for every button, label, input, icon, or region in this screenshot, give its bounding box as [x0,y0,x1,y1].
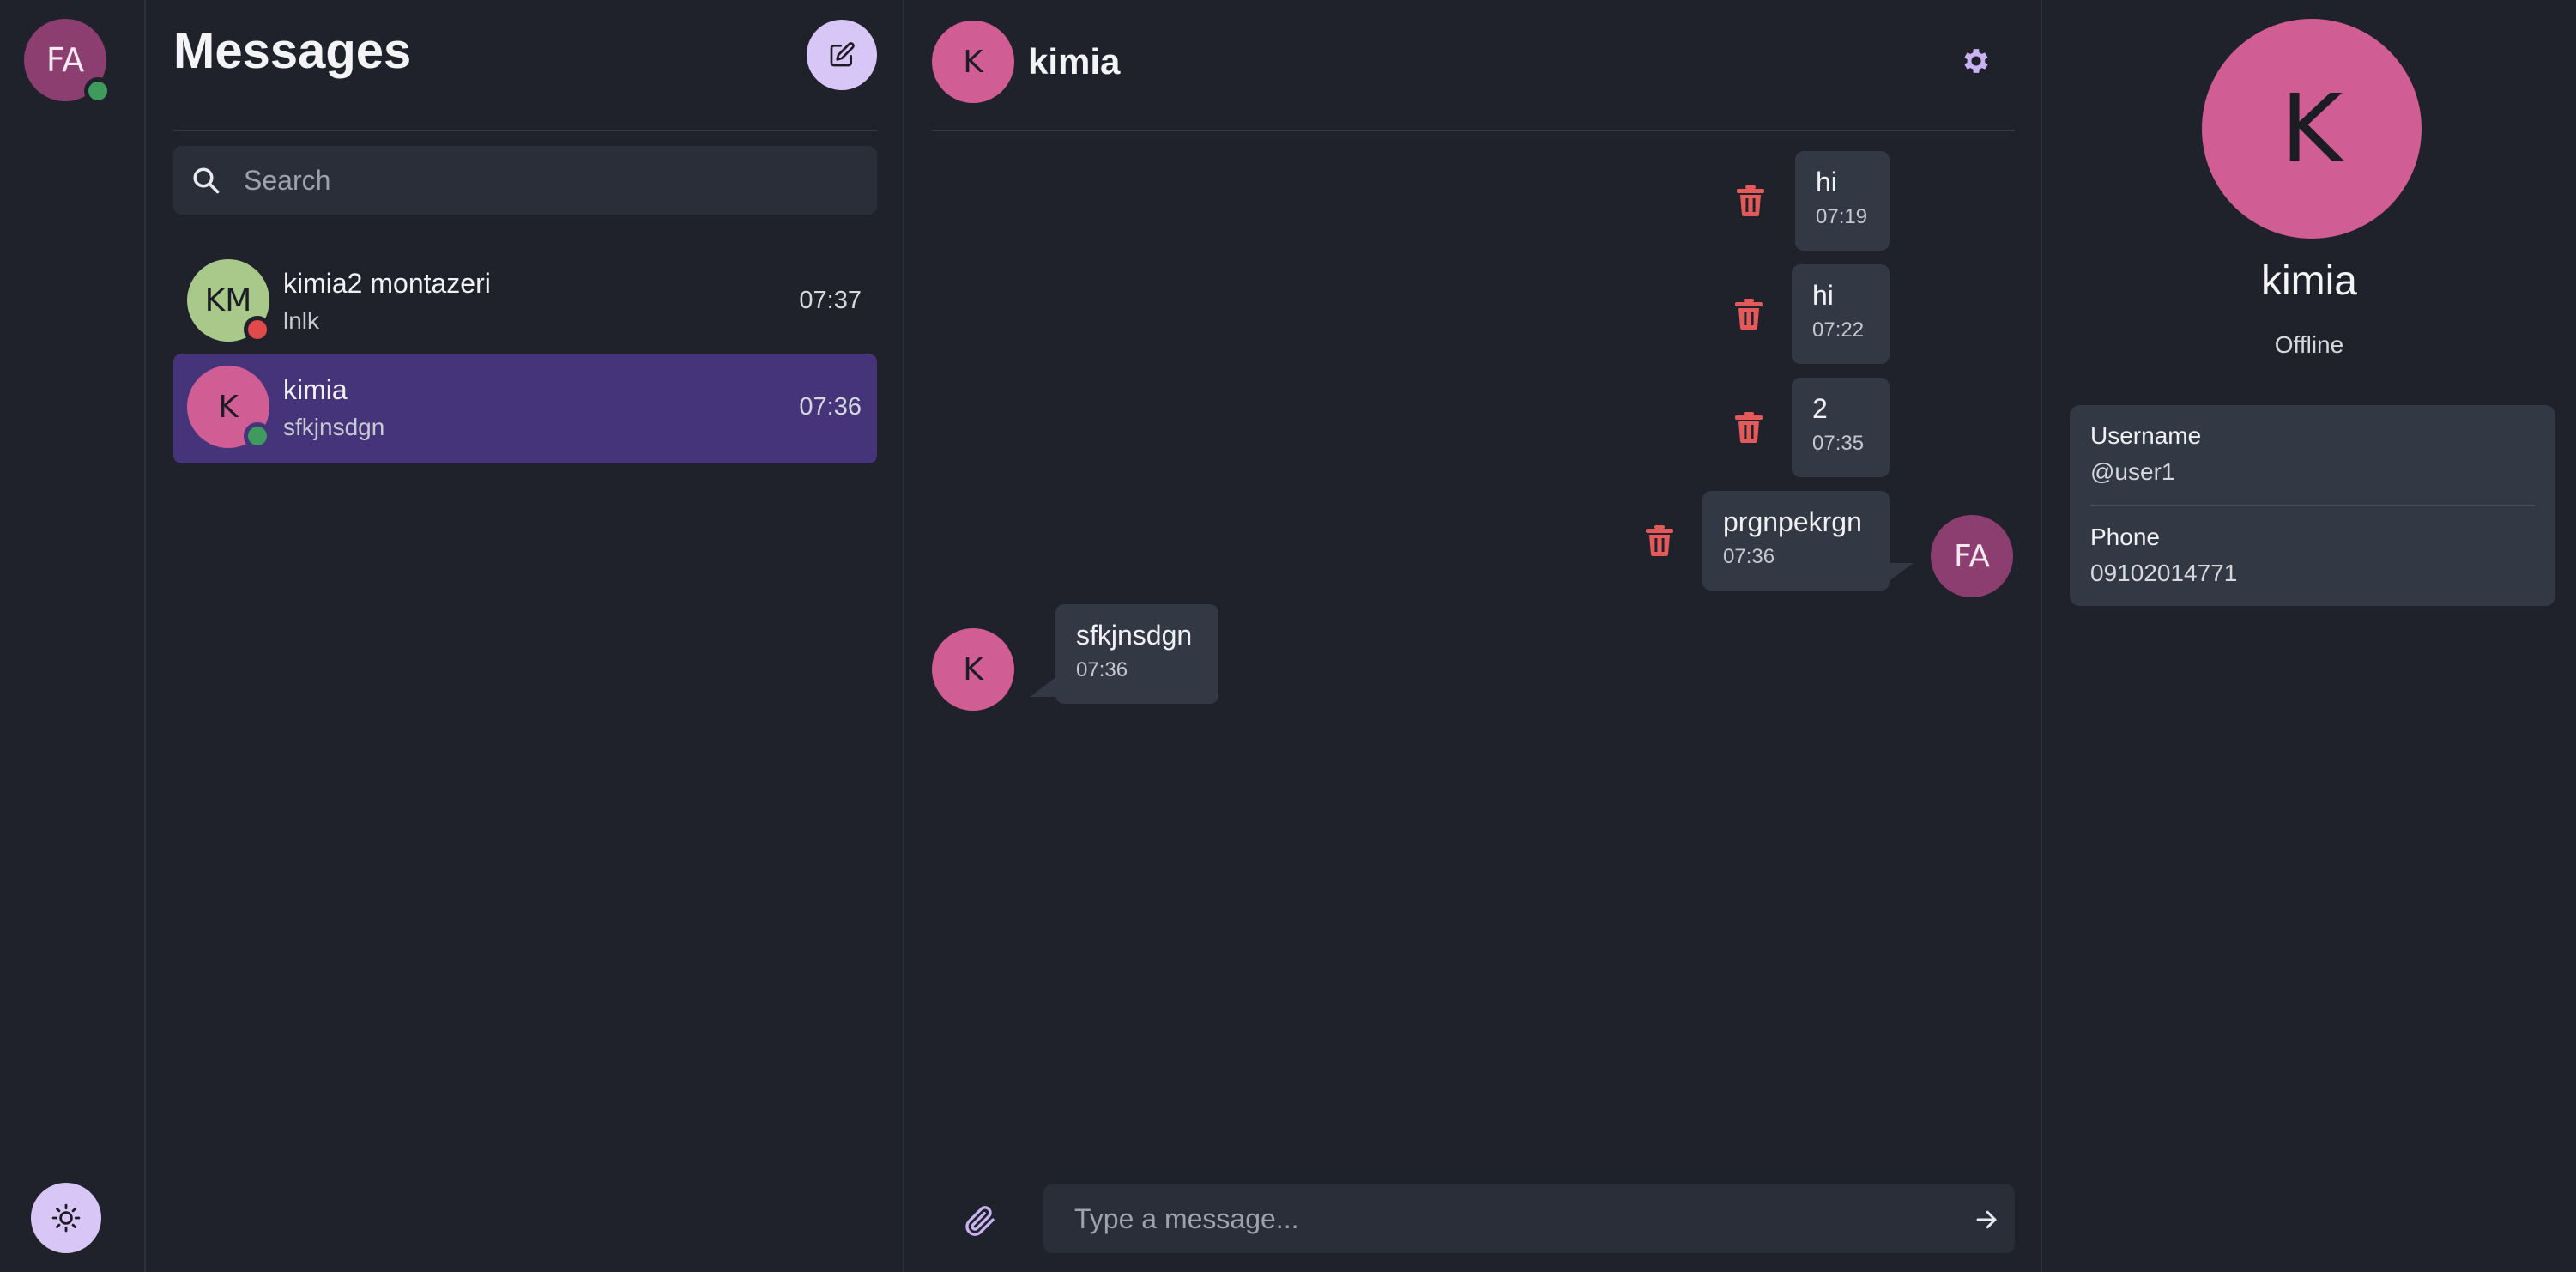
nav-rail: FA [0,0,146,1272]
conversation-item[interactable]: KM kimia2 montazeri lnlk 07:37 [173,247,877,357]
sun-icon [51,1203,81,1233]
profile-panel: K kimia Offline Username @user1 Phone 09… [2042,0,2576,1272]
message-text: hi [1816,167,1837,197]
send-button[interactable] [1974,1207,1999,1237]
message-input[interactable] [1074,1184,1932,1253]
delete-message-icon[interactable] [1737,185,1764,216]
message-time: 07:22 [1812,318,1865,342]
message-bubble-outgoing: hi 07:19 [1795,151,1890,251]
conversation-item-active[interactable]: K kimia sfkjnsdgn 07:36 [173,354,877,463]
delete-message-icon[interactable] [1646,525,1673,556]
arrow-right-icon [1976,1210,1997,1229]
profile-status: Offline [2274,331,2344,358]
message-text: sfkjnsdgn [1076,620,1193,651]
paperclip-icon [965,1206,995,1236]
delete-message-icon[interactable] [1735,412,1763,443]
profile-info-card: Username @user1 Phone 09102014771 [2070,405,2555,606]
conversation-preview: sfkjnsdgn [283,414,385,440]
message-time: 07:36 [1076,658,1128,681]
message-bubble-incoming: sfkjnsdgn 07:36 [1055,604,1218,704]
message-bubble-outgoing: prgnpekrgn 07:36 [1702,491,1890,591]
search-input[interactable] [244,146,862,215]
bubble-tail [1030,676,1057,697]
delete-message-icon[interactable] [1735,299,1763,330]
phone-value: 09102014771 [2090,560,2238,586]
message-bubble-outgoing: hi 07:22 [1792,264,1890,364]
attach-button[interactable] [963,1203,997,1242]
message-text: hi [1812,280,1834,311]
self-avatar: FA [1931,515,2013,597]
theme-toggle-button[interactable] [31,1183,101,1253]
chat-panel: K kimia hi 07:19 hi 07:22 2 07:35 prgnpe… [904,0,2042,1272]
gear-icon [1964,49,1988,73]
online-status-dot [84,77,112,105]
message-time: 07:35 [1812,432,1865,455]
conversation-preview: lnlk [283,307,320,334]
chat-settings-button[interactable] [1960,45,1992,82]
chat-contact-name: kimia [1028,41,1121,82]
username-value: @user1 [2090,458,2175,485]
new-message-button[interactable] [807,20,877,90]
message-time: 07:36 [1723,545,1775,568]
message-text: 2 [1812,393,1828,424]
page-title: Messages [173,23,412,79]
conversation-name: kimia [283,374,348,405]
profile-name: kimia [2260,258,2357,304]
contact-avatar-small: K [932,628,1014,711]
profile-avatar: K [2202,19,2422,239]
username-label: Username [2090,422,2202,449]
search-field[interactable] [173,146,877,215]
message-time: 07:19 [1816,205,1868,228]
message-text: prgnpekrgn [1723,506,1862,537]
search-icon [193,167,220,194]
conversation-time: 07:37 [799,287,862,314]
divider [2090,505,2535,506]
phone-label: Phone [2090,524,2160,550]
conversation-name: kimia2 montazeri [283,268,491,299]
offline-status-dot [244,316,271,343]
divider [173,130,877,131]
bubble-tail [1888,563,1914,582]
message-composer[interactable] [1043,1184,2015,1253]
online-status-dot [244,422,271,450]
message-bubble-outgoing: 2 07:35 [1792,378,1890,477]
conversation-panel: Messages KM kimia2 montazeri lnlk 07:37 … [146,0,904,1272]
contact-avatar[interactable]: K [932,21,1014,103]
compose-icon [830,42,855,67]
divider [932,130,2015,131]
conversation-time: 07:36 [799,393,862,421]
